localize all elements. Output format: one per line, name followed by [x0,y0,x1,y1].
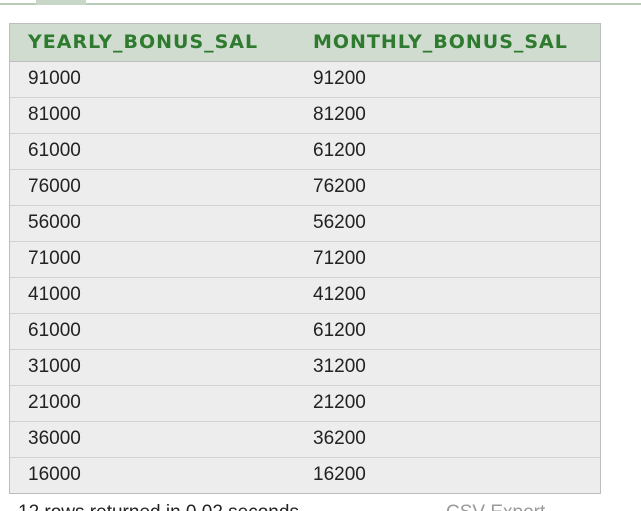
cell-monthly-bonus-sal: 21200 [295,384,600,421]
cell-yearly-bonus-sal: 16000 [10,456,295,493]
table-row: 76000 76200 [10,168,600,205]
table-row: 81000 81200 [10,96,600,133]
results-tab[interactable] [36,0,86,5]
cell-monthly-bonus-sal: 71200 [295,240,600,277]
table-row: 21000 21200 [10,384,600,421]
results-footer: 12 rows returned in 0.02 seconds CSV Exp… [18,502,618,511]
table-header-row: YEARLY_BONUS_SAL MONTHLY_BONUS_SAL [10,24,600,62]
table-row: 71000 71200 [10,240,600,277]
cell-yearly-bonus-sal: 31000 [10,348,295,385]
results-table-container: YEARLY_BONUS_SAL MONTHLY_BONUS_SAL 91000… [9,23,601,494]
cell-monthly-bonus-sal: 36200 [295,420,600,457]
cell-monthly-bonus-sal: 56200 [295,204,600,241]
tab-strip-rule [0,3,641,5]
cell-yearly-bonus-sal: 21000 [10,384,295,421]
table-body: 91000 91200 81000 81200 61000 61200 76000 76200… [10,60,600,493]
table-row: 61000 61200 [10,132,600,169]
cell-monthly-bonus-sal: 61200 [295,312,600,349]
cell-yearly-bonus-sal: 56000 [10,204,295,241]
cell-yearly-bonus-sal: 36000 [10,420,295,457]
cell-monthly-bonus-sal: 61200 [295,132,600,169]
table-row: 16000 16200 [10,456,600,493]
table-row: 31000 31200 [10,348,600,385]
cell-monthly-bonus-sal: 91200 [295,60,600,97]
cell-monthly-bonus-sal: 31200 [295,348,600,385]
cell-yearly-bonus-sal: 61000 [10,132,295,169]
table-row: 61000 61200 [10,312,600,349]
top-tab-strip [0,0,641,6]
table-row: 41000 41200 [10,276,600,313]
cell-monthly-bonus-sal: 16200 [295,456,600,493]
cell-monthly-bonus-sal: 76200 [295,168,600,205]
results-table: YEARLY_BONUS_SAL MONTHLY_BONUS_SAL 91000… [10,24,600,493]
cell-yearly-bonus-sal: 81000 [10,96,295,133]
table-row: 56000 56200 [10,204,600,241]
cell-yearly-bonus-sal: 71000 [10,240,295,277]
table-row: 36000 36200 [10,420,600,457]
cell-yearly-bonus-sal: 41000 [10,276,295,313]
cell-yearly-bonus-sal: 76000 [10,168,295,205]
cell-monthly-bonus-sal: 41200 [295,276,600,313]
cell-monthly-bonus-sal: 81200 [295,96,600,133]
column-header-yearly-bonus-sal: YEARLY_BONUS_SAL [10,24,295,62]
cell-yearly-bonus-sal: 91000 [10,60,295,97]
table-row: 91000 91200 [10,60,600,97]
csv-export-link[interactable]: CSV Export [446,502,545,511]
cell-yearly-bonus-sal: 61000 [10,312,295,349]
column-header-monthly-bonus-sal: MONTHLY_BONUS_SAL [295,24,600,62]
rows-returned-status: 12 rows returned in 0.02 seconds [18,502,299,511]
